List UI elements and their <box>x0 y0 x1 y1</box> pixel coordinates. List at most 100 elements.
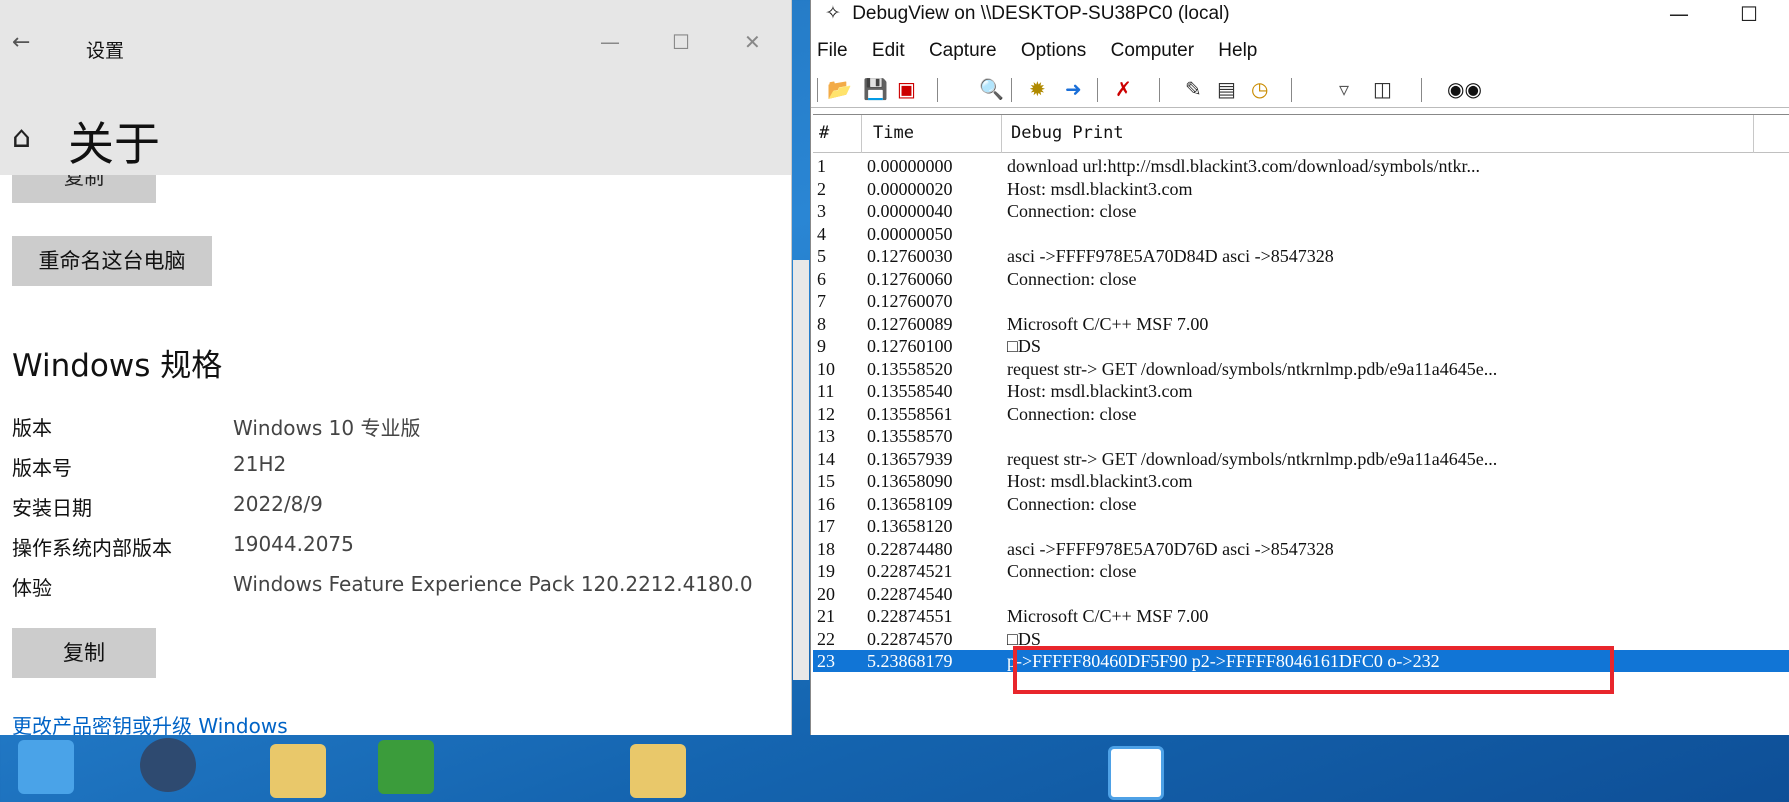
rename-pc-button[interactable]: 重命名这台电脑 <box>12 236 212 286</box>
log-row[interactable]: 8 0.12760089 Microsoft C/C++ MSF 7.00 <box>813 313 1789 335</box>
log-cell-time: 0.12760089 <box>867 313 953 334</box>
column-header-debug-print[interactable]: Debug Print <box>1011 123 1124 143</box>
log-cell-number: 3 <box>817 201 826 221</box>
log-header: # Time Debug Print <box>813 115 1789 153</box>
log-row[interactable]: 6 0.12760060 Connection: close <box>813 268 1789 290</box>
log-row[interactable]: 7 0.12760070 <box>813 290 1789 312</box>
log-cell-time: 0.22874551 <box>867 606 953 626</box>
log-cell-print: Host: msdl.blackint3.com <box>1007 381 1193 401</box>
maximize-icon[interactable]: ☐ <box>672 30 690 54</box>
log-row[interactable]: 13 0.13558570 <box>813 425 1789 447</box>
back-arrow-icon[interactable]: ← <box>12 30 30 55</box>
log-cell-print: Host: msdl.blackint3.com <box>1007 471 1193 491</box>
menu-edit[interactable]: Edit <box>872 40 905 61</box>
spec-key: 体验 <box>12 576 52 600</box>
log-row[interactable]: 17 0.13658120 <box>813 515 1789 537</box>
maximize-icon[interactable]: ☐ <box>1740 2 1758 26</box>
log-cell-time: 0.22874540 <box>867 583 953 604</box>
find-icon[interactable]: 🔍 <box>979 76 1004 102</box>
log-cell-print: Connection: close <box>1007 201 1137 221</box>
log-cell-time: 0.00000050 <box>867 223 953 244</box>
menu-capture[interactable]: Capture <box>929 40 997 61</box>
log-row[interactable]: 4 0.00000050 <box>813 223 1789 245</box>
spec-row-install-date: 安装日期 2022/8/9 <box>12 492 772 522</box>
column-header-time[interactable]: Time <box>873 123 914 143</box>
minimize-icon[interactable]: — <box>1669 2 1689 26</box>
copy-button[interactable]: 复制 <box>12 628 156 678</box>
log-row[interactable]: 3 0.00000040 Connection: close <box>813 200 1789 222</box>
spec-row-experience: 体验 Windows Feature Experience Pack 120.2… <box>12 572 772 602</box>
log-cell-number: 21 <box>817 606 835 626</box>
save-icon[interactable]: 💾 <box>863 76 888 102</box>
log-cell-number: 7 <box>817 291 826 311</box>
log-row[interactable]: 10 0.13558520 request str-> GET /download/… <box>813 358 1789 380</box>
log-cell-time: 0.13658109 <box>867 493 953 514</box>
log-cell-time: 0.13657939 <box>867 448 953 469</box>
mfc-app-icon[interactable] <box>378 740 434 794</box>
background-window-sliver <box>793 260 809 680</box>
log-cell-number: 15 <box>817 471 835 491</box>
log-row[interactable]: 18 0.22874480 asci ->FFFF978E5A70D76D asci… <box>813 538 1789 560</box>
log-row[interactable]: 19 0.22874521 Connection: close <box>813 560 1789 582</box>
log-row[interactable]: 14 0.13657939 request str-> GET /download/… <box>813 448 1789 470</box>
folder-icon[interactable] <box>270 744 326 798</box>
folder-icon[interactable] <box>630 744 686 798</box>
debugview-window: ✧ DebugView on \\DESKTOP-SU38PC0 (local)… <box>810 0 1789 735</box>
open-icon[interactable]: 📂 <box>827 76 852 102</box>
home-icon[interactable]: ⌂ <box>12 120 31 155</box>
log-row[interactable]: 9 0.12760100 □DS <box>813 335 1789 357</box>
spec-value: Windows Feature Experience Pack 120.2212… <box>233 572 753 596</box>
binoculars-icon[interactable]: ◉◉ <box>1447 76 1482 102</box>
log-cell-time: 0.13658090 <box>867 471 953 491</box>
log-cell-number: 4 <box>817 223 826 244</box>
log-row[interactable]: 20 0.22874540 <box>813 583 1789 605</box>
edit-filter-icon[interactable]: ✎ <box>1185 76 1202 102</box>
autoscroll-arrow-icon[interactable]: ➜ <box>1065 76 1082 102</box>
minimize-icon[interactable]: — <box>600 30 620 54</box>
log-row[interactable]: 5 0.12760030 asci ->FFFF978E5A70D84D asci … <box>813 245 1789 267</box>
log-cell-print: Connection: close <box>1007 493 1137 514</box>
log-row[interactable]: 21 0.22874551 Microsoft C/C++ MSF 7.00 <box>813 605 1789 627</box>
log-row[interactable]: 12 0.13558561 Connection: close <box>813 403 1789 425</box>
log-row[interactable]: 2 0.00000020 Host: msdl.blackint3.com <box>813 178 1789 200</box>
log-cell-time: 0.13558570 <box>867 426 953 446</box>
settings-title: 设置 <box>86 40 125 62</box>
log-cell-number: 20 <box>817 583 835 604</box>
log-cell-number: 14 <box>817 448 835 469</box>
clear-icon[interactable]: ✗ <box>1115 76 1132 102</box>
log-cell-print: Microsoft C/C++ MSF 7.00 <box>1007 313 1209 334</box>
log-row[interactable]: 11 0.13558540 Host: msdl.blackint3.com <box>813 380 1789 402</box>
settings-gear-icon[interactable] <box>140 738 196 792</box>
log-cell-time: 0.22874480 <box>867 538 953 559</box>
debug-log-list[interactable]: # Time Debug Print 1 0.00000000 download u… <box>813 114 1789 735</box>
copy-button-partial[interactable]: 复制 <box>12 175 156 203</box>
menu-file[interactable]: File <box>817 40 848 61</box>
capture-icon[interactable]: ✹ <box>1029 76 1046 102</box>
log-cell-print: request str-> GET /download/symbols/ntkr… <box>1007 358 1498 379</box>
window-app-icon[interactable] <box>1108 746 1164 800</box>
360zip-icon[interactable] <box>18 740 74 794</box>
highlight-icon[interactable]: ◫ <box>1373 76 1392 102</box>
log-row[interactable]: 16 0.13658109 Connection: close <box>813 493 1789 515</box>
settings-window: ← 设置 — ☐ ✕ ⌂ 关于 复制 重命名这台电脑 Windows 规格 版本… <box>0 0 792 735</box>
menu-bar: File Edit Capture Options Computer Help <box>817 40 1276 66</box>
log-cell-time: 0.13558561 <box>867 403 953 424</box>
save-as-icon[interactable]: ▣ <box>897 76 916 102</box>
toolbar-separator <box>1011 78 1012 102</box>
log-row[interactable]: 15 0.13658090 Host: msdl.blackint3.com <box>813 470 1789 492</box>
menu-help[interactable]: Help <box>1218 40 1257 61</box>
log-cell-number: 16 <box>817 493 835 514</box>
clock-icon[interactable]: ◷ <box>1251 76 1268 102</box>
log-cell-number: 1 <box>817 156 826 176</box>
log-row[interactable]: 1 0.00000000 download url:http://msdl.blac… <box>813 155 1789 177</box>
column-header-number[interactable]: # <box>819 123 829 143</box>
properties-icon[interactable]: ▤ <box>1217 76 1236 102</box>
filter-icon[interactable]: ▿ <box>1339 76 1349 102</box>
menu-computer[interactable]: Computer <box>1111 40 1194 61</box>
log-cell-number: 9 <box>817 336 826 356</box>
log-cell-number: 8 <box>817 313 826 334</box>
log-cell-number: 6 <box>817 268 826 289</box>
close-icon[interactable]: ✕ <box>744 30 761 54</box>
change-product-key-link[interactable]: 更改产品密钥或升级 Windows <box>12 710 288 735</box>
menu-options[interactable]: Options <box>1021 40 1086 61</box>
